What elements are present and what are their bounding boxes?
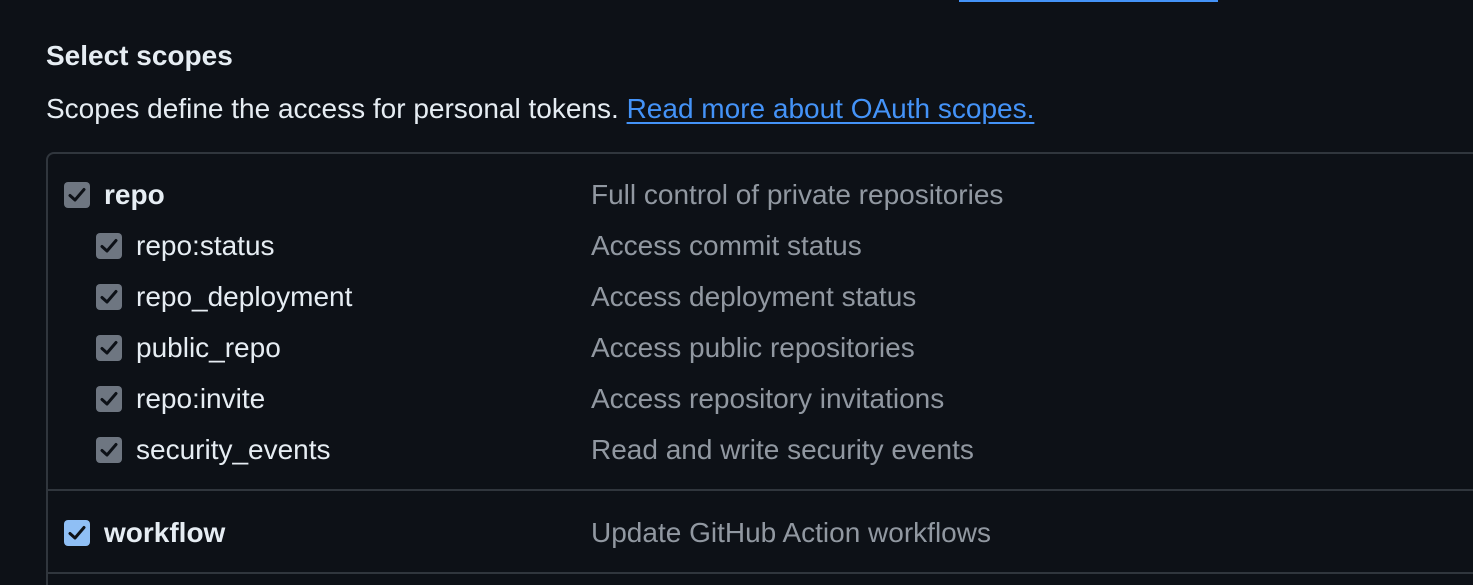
scope-description: Full control of private repositories xyxy=(591,179,1004,210)
security-events-checkbox[interactable] xyxy=(96,437,122,463)
intro-text: Scopes define the access for personal to… xyxy=(46,93,619,124)
scope-name: repo:status xyxy=(136,230,275,261)
checkmark-icon xyxy=(100,341,118,355)
scope-group-divider xyxy=(48,489,1473,491)
scope-description: Access commit status xyxy=(591,230,862,261)
scope-group-divider xyxy=(48,572,1473,574)
checkmark-icon xyxy=(100,392,118,406)
checkmark-icon xyxy=(100,443,118,457)
scope-description: Read and write security events xyxy=(591,434,974,465)
checkmark-icon xyxy=(100,290,118,304)
scope-row-repo-invite: repo:invite Access repository invitation… xyxy=(0,379,1473,419)
scope-description: Update GitHub Action workflows xyxy=(591,517,991,548)
workflow-checkbox[interactable] xyxy=(64,520,90,546)
repo-deployment-checkbox[interactable] xyxy=(96,284,122,310)
scope-description: Access deployment status xyxy=(591,281,917,312)
repo-invite-checkbox[interactable] xyxy=(96,386,122,412)
scope-row-workflow: workflow Update GitHub Action workflows xyxy=(0,513,1473,553)
repo-status-checkbox[interactable] xyxy=(96,233,122,259)
scope-row-repo-status: repo:status Access commit status xyxy=(0,226,1473,266)
scope-description: Access public repositories xyxy=(591,332,915,363)
scopes-intro: Scopes define the access for personal to… xyxy=(46,92,1034,126)
checkmark-icon xyxy=(100,239,118,253)
scopes-page: Select scopes Scopes define the access f… xyxy=(0,0,1473,585)
public-repo-checkbox[interactable] xyxy=(96,335,122,361)
scope-name: repo_deployment xyxy=(136,281,353,312)
scope-name: repo xyxy=(104,179,165,210)
scope-name: public_repo xyxy=(136,332,281,363)
scope-name: security_events xyxy=(136,434,331,465)
scope-name: workflow xyxy=(104,517,226,548)
oauth-scopes-link[interactable]: Read more about OAuth scopes. xyxy=(627,93,1035,124)
checkmark-icon xyxy=(68,526,86,540)
scope-row-repo: repo Full control of private repositorie… xyxy=(0,175,1473,215)
scope-name: repo:invite xyxy=(136,383,266,414)
scope-row-public-repo: public_repo Access public repositories xyxy=(0,328,1473,368)
scope-row-repo-deployment: repo_deployment Access deployment status xyxy=(0,277,1473,317)
top-link-underline xyxy=(959,0,1218,2)
scope-row-security-events: security_events Read and write security … xyxy=(0,430,1473,470)
repo-checkbox[interactable] xyxy=(64,182,90,208)
section-heading: Select scopes xyxy=(46,40,233,71)
scope-description: Access repository invitations xyxy=(591,383,945,414)
checkmark-icon xyxy=(68,188,86,202)
